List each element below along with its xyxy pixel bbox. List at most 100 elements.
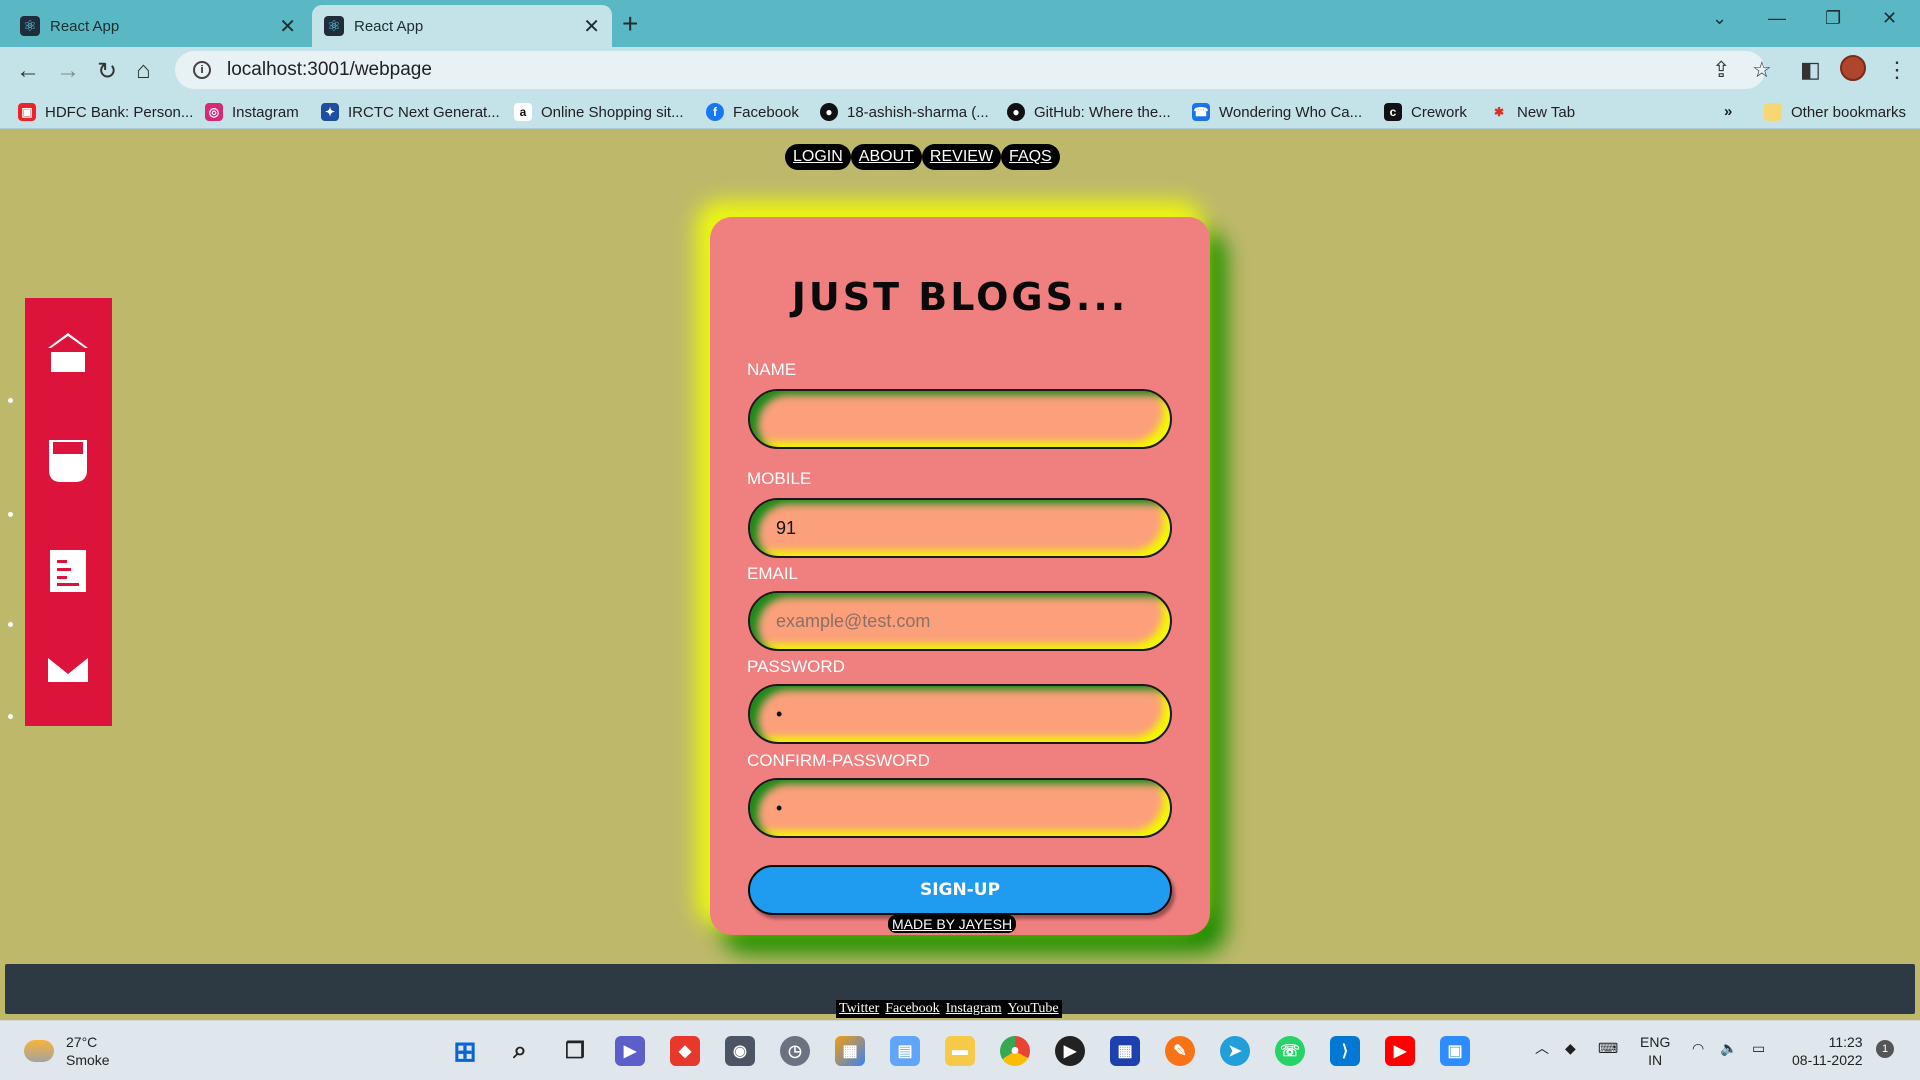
browser-toolbar: ← → ↻ ⌂ i localhost:3001/webpage ⇪ ☆ ◧ ⋮ [0, 47, 1920, 99]
weather-widget[interactable]: 27°C Smoke [24, 1033, 110, 1069]
nav-review-link[interactable]: REVIEW [921, 144, 1002, 170]
nav-login-link[interactable]: LOGIN [785, 144, 851, 170]
file-explorer-icon[interactable]: ▬ [945, 1036, 975, 1066]
keyboard-icon[interactable]: ⌨ [1598, 1039, 1618, 1057]
facebook-icon: f [706, 103, 724, 121]
bookmark-amazon[interactable]: a Online Shopping sit... [514, 103, 684, 121]
close-tab-icon[interactable]: ✕ [583, 14, 600, 39]
browser-tab[interactable]: ⚛ React App ✕ [8, 5, 308, 47]
url-text: localhost:3001/webpage [227, 59, 432, 80]
whatsapp-icon[interactable]: ☏ [1275, 1036, 1305, 1066]
nav-faqs-link[interactable]: FAQS [1001, 144, 1060, 170]
bookmark-newtab[interactable]: ✱ New Tab [1490, 103, 1575, 121]
bookmark-github-profile[interactable]: ● 18-ashish-sharma (... [820, 103, 989, 121]
footer-instagram-link[interactable]: Instagram [942, 1000, 1005, 1018]
footer-twitter-link[interactable]: Twitter [836, 1000, 883, 1018]
bookmark-hdfc[interactable]: ▣ HDFC Bank: Person... [18, 103, 193, 121]
wifi-icon[interactable]: ◠ [1692, 1039, 1704, 1057]
clock[interactable]: 11:23 08-11-2022 [1792, 1033, 1863, 1069]
footer-facebook-link[interactable]: Facebook [882, 1000, 943, 1018]
bookmark-instagram[interactable]: ◎ Instagram [205, 103, 299, 121]
weather-temp: 27°C [66, 1034, 98, 1050]
store-icon[interactable]: ▦ [1110, 1036, 1140, 1066]
bullet-dot [8, 622, 13, 627]
windows-start-icon[interactable]: ⊞ [450, 1036, 480, 1067]
bullet-dot [8, 398, 13, 403]
share-icon[interactable]: ⇪ [1712, 57, 1730, 83]
confirm-password-input[interactable] [748, 778, 1172, 838]
notification-badge[interactable]: 1 [1876, 1040, 1894, 1058]
chrome-icon[interactable]: ● [1000, 1036, 1030, 1066]
name-input[interactable] [748, 389, 1172, 449]
browser-tab-active[interactable]: ⚛ React App ✕ [312, 5, 612, 47]
credit-link[interactable]: MADE BY JAYESH [888, 915, 1017, 933]
tray-chevron-icon[interactable]: ︿ [1535, 1039, 1549, 1057]
youtube-icon[interactable]: ▶ [1385, 1036, 1415, 1066]
menu-icon[interactable]: ⋮ [1886, 57, 1908, 83]
page-title: JUST BLOGS... [791, 275, 1129, 319]
email-label: EMAIL [747, 564, 799, 583]
email-input[interactable] [748, 591, 1172, 651]
zoom-icon[interactable]: ▣ [1440, 1036, 1470, 1066]
footer-youtube-link[interactable]: YouTube [1004, 1000, 1062, 1018]
os-taskbar: 27°C Smoke ⊞ ⌕ ❐ ▶ ◆ ◉ ◷ ▦ ▤ ▬ ● ▶ ▦ ✎ ➤… [0, 1020, 1920, 1080]
bookmark-github[interactable]: ● GitHub: Where the... [1007, 103, 1171, 121]
media-player-icon[interactable]: ▶ [1055, 1036, 1085, 1066]
restore-button[interactable]: ❐ [1825, 8, 1841, 29]
signup-card: JUST BLOGS... NAME MOBILE EMAIL PASSWORD… [710, 217, 1210, 935]
task-view-icon[interactable]: ❐ [560, 1036, 590, 1066]
github-icon: ● [820, 103, 838, 121]
tab-search-icon[interactable]: ⌄ [1712, 8, 1727, 29]
nav-about-link[interactable]: ABOUT [850, 144, 922, 170]
anydesk-icon[interactable]: ◆ [670, 1036, 700, 1066]
password-input[interactable] [748, 684, 1172, 744]
document-icon[interactable] [45, 548, 91, 594]
dropbox-icon[interactable]: ◆ [1565, 1039, 1576, 1057]
control-panel-icon[interactable]: ▤ [890, 1036, 920, 1066]
new-tab-button[interactable]: + [622, 8, 638, 40]
side-panel-icon[interactable]: ◧ [1800, 57, 1821, 83]
reload-button[interactable]: ↻ [97, 57, 117, 86]
mobile-label: MOBILE [747, 469, 812, 488]
password-label: PASSWORD [747, 657, 845, 676]
search-icon[interactable]: ⌕ [505, 1036, 535, 1066]
site-info-icon[interactable]: i [193, 61, 211, 79]
back-button[interactable]: ← [16, 57, 40, 85]
battery-icon[interactable]: ▭ [1752, 1039, 1765, 1057]
bookmark-facebook[interactable]: f Facebook [706, 103, 799, 121]
home-icon[interactable] [45, 330, 91, 376]
sublime-icon[interactable]: ✎ [1165, 1036, 1195, 1066]
bookmark-star-icon[interactable]: ☆ [1752, 57, 1772, 83]
camera-icon[interactable]: ◉ [725, 1036, 755, 1066]
volume-icon[interactable]: 🔈 [1720, 1039, 1737, 1057]
forward-button[interactable]: → [56, 57, 80, 85]
react-icon: ⚛ [20, 16, 40, 36]
bookmark-crework[interactable]: c Crework [1384, 103, 1467, 121]
bookmark-truecaller[interactable]: ☎ Wondering Who Ca... [1192, 103, 1362, 121]
crework-icon: c [1384, 103, 1402, 121]
cup-icon[interactable] [45, 438, 91, 484]
truecaller-icon: ☎ [1192, 103, 1210, 121]
mobile-input[interactable] [748, 498, 1172, 558]
language-indicator[interactable]: ENG IN [1640, 1033, 1670, 1069]
newtab-icon: ✱ [1493, 105, 1505, 119]
close-window-button[interactable]: ✕ [1882, 8, 1897, 29]
home-button[interactable]: ⌂ [136, 57, 151, 85]
more-bookmarks-icon[interactable]: » [1724, 103, 1732, 120]
clock-icon[interactable]: ◷ [780, 1036, 810, 1066]
telegram-icon[interactable]: ➤ [1220, 1036, 1250, 1066]
signup-button[interactable]: SIGN-UP [748, 865, 1172, 915]
bookmark-irctc[interactable]: ✦ IRCTC Next Generat... [321, 103, 500, 121]
profile-avatar[interactable] [1840, 55, 1866, 81]
teams-icon[interactable]: ▶ [615, 1036, 645, 1066]
close-tab-icon[interactable]: ✕ [279, 14, 296, 39]
mail-icon[interactable] [45, 648, 91, 694]
react-icon: ⚛ [324, 16, 344, 36]
vscode-icon[interactable]: ⟩ [1330, 1036, 1360, 1066]
address-bar[interactable]: i localhost:3001/webpage [175, 51, 1765, 89]
other-bookmarks[interactable]: Other bookmarks [1764, 103, 1906, 121]
minimize-button[interactable]: — [1768, 8, 1786, 29]
photos-icon[interactable]: ▦ [835, 1036, 865, 1066]
amazon-icon: a [514, 103, 532, 121]
folder-icon [1764, 103, 1782, 121]
